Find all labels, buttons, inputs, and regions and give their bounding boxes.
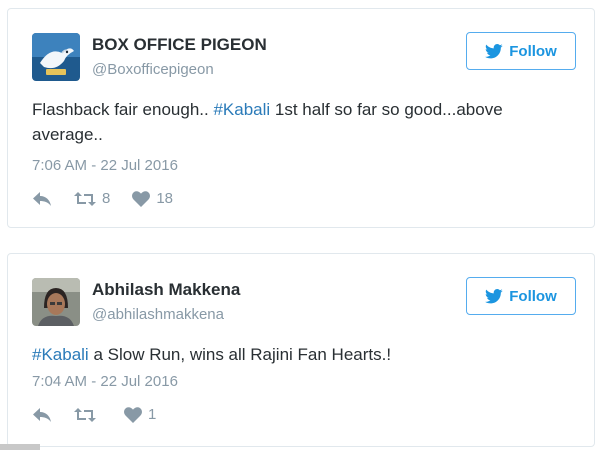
user-name[interactable]: BOX OFFICE PIGEON xyxy=(92,35,267,55)
user-handle[interactable]: @Boxofficepigeon xyxy=(92,61,214,78)
tweet-actions: 1 xyxy=(32,406,178,423)
follow-button[interactable]: Follow xyxy=(466,277,576,315)
retweet-button[interactable] xyxy=(74,407,102,423)
avatar[interactable] xyxy=(32,278,80,326)
heart-icon xyxy=(124,406,142,423)
retweet-icon xyxy=(74,191,96,206)
retweet-count: 8 xyxy=(102,190,111,207)
reply-icon xyxy=(33,407,51,422)
tweet-card: Abhilash Makkena @abhilashmakkena Follow… xyxy=(7,253,595,447)
tweet-actions: 8 18 xyxy=(32,190,195,207)
scrollbar-thumb[interactable] xyxy=(0,444,40,450)
heart-icon xyxy=(132,190,151,207)
reply-button[interactable] xyxy=(32,407,52,423)
like-button[interactable]: 1 xyxy=(124,406,156,423)
user-name[interactable]: Abhilash Makkena xyxy=(92,280,240,300)
like-count: 18 xyxy=(156,190,174,207)
hashtag-link[interactable]: #Kabali xyxy=(213,100,270,119)
reply-icon xyxy=(33,191,51,206)
tweet-text-pre: Flashback fair enough.. xyxy=(32,100,214,119)
follow-label: Follow xyxy=(509,42,557,60)
user-handle[interactable]: @abhilashmakkena xyxy=(92,306,224,323)
like-button[interactable]: 18 xyxy=(132,190,173,207)
twitter-bird-icon xyxy=(485,43,503,58)
tweet-timestamp[interactable]: 7:04 AM - 22 Jul 2016 xyxy=(32,373,178,390)
hashtag-link[interactable]: #Kabali xyxy=(32,345,89,364)
tweet-text-post: a Slow Run, wins all Rajini Fan Hearts.! xyxy=(88,345,392,364)
tweet-text: Flashback fair enough.. #Kabali 1st half… xyxy=(32,97,564,147)
tweet-timestamp[interactable]: 7:06 AM - 22 Jul 2016 xyxy=(32,157,178,174)
like-count: 1 xyxy=(148,406,157,423)
follow-label: Follow xyxy=(509,287,557,305)
follow-button[interactable]: Follow xyxy=(466,32,576,70)
twitter-bird-icon xyxy=(485,288,503,303)
reply-button[interactable] xyxy=(32,191,52,207)
tweet-text: #Kabali a Slow Run, wins all Rajini Fan … xyxy=(32,342,564,367)
retweet-button[interactable]: 8 xyxy=(74,190,110,207)
tweet-card: BOX OFFICE PIGEON @Boxofficepigeon Follo… xyxy=(7,8,595,228)
avatar[interactable] xyxy=(32,33,80,81)
retweet-icon xyxy=(74,407,96,422)
